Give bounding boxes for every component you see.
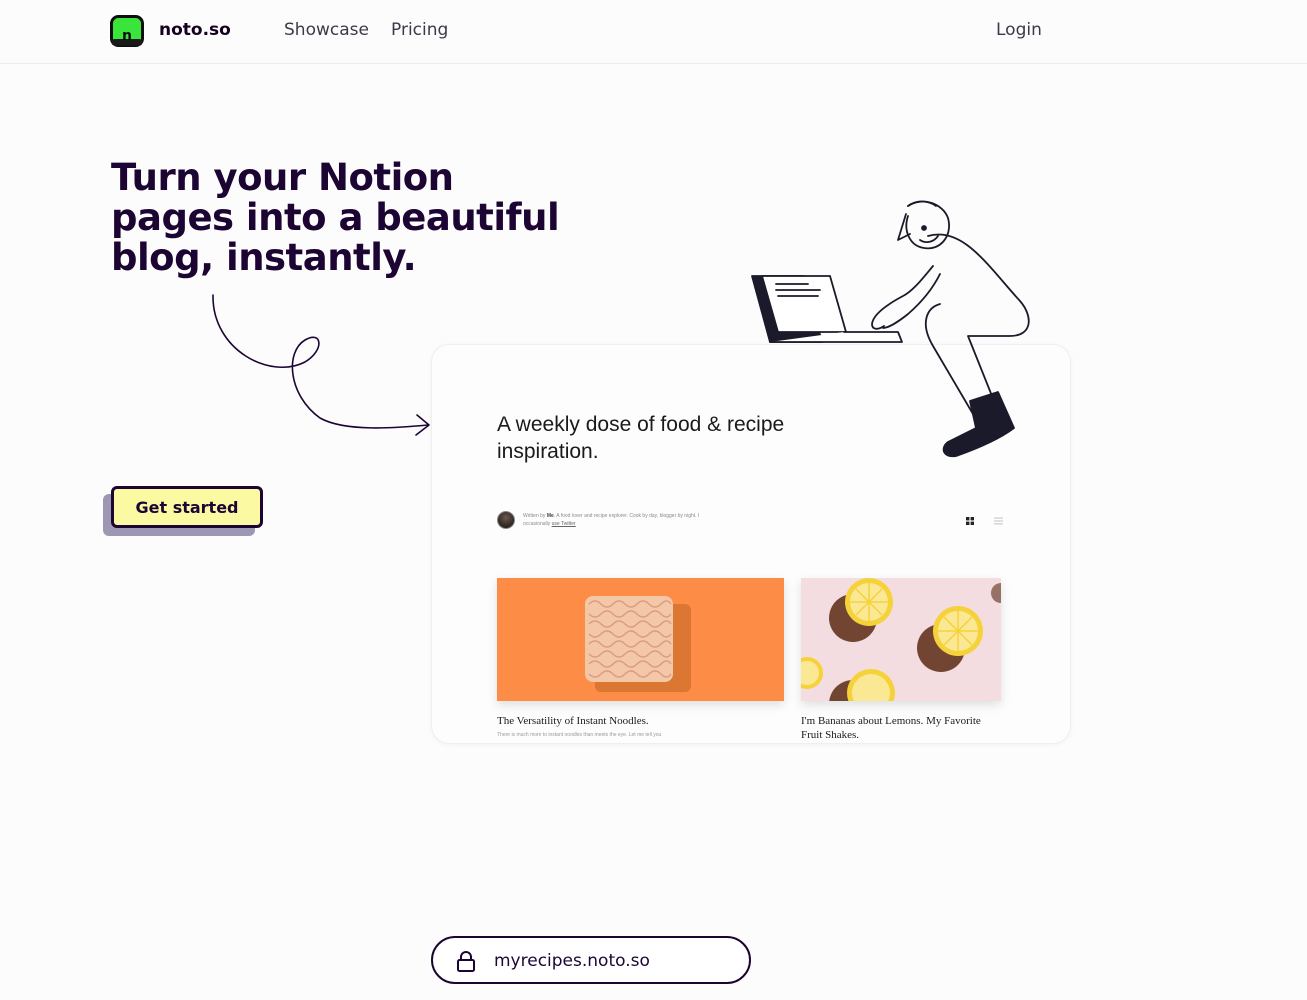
post-card-lemons[interactable]: I'm Bananas about Lemons. My Favorite Fr… [801,578,1001,742]
nav-pricing-link[interactable]: Pricing [391,20,448,40]
login-link[interactable]: Login [996,20,1042,40]
author-bio: Written by Me. A food lover and recipe e… [523,512,708,528]
post-title: I'm Bananas about Lemons. My Favorite Fr… [801,715,981,741]
get-started-button[interactable]: Get started [111,486,263,528]
url-text: myrecipes.noto.so [494,951,650,971]
avatar [497,511,515,529]
person-with-laptop-illustration [751,200,1030,458]
blog-preview-title: A weekly dose of food & recipe inspirati… [497,413,785,463]
author-name: Me [546,513,554,519]
post-excerpt: There is much more to instant noodles th… [497,732,662,738]
top-nav: n noto.so Showcase Pricing Login [0,0,1307,64]
post-card-noodles[interactable]: The Versatility of Instant Noodles. Ther… [497,578,784,739]
twitter-link[interactable]: use Twitter [552,521,576,527]
example-url-bar[interactable]: myrecipes.noto.so [431,936,751,984]
logo-letter: n [122,28,132,44]
grid-view-icon[interactable] [966,517,974,525]
author-prefix: Written by [523,513,546,519]
get-started-cta: Get started [103,486,263,536]
post-title: The Versatility of Instant Noodles. [497,715,649,727]
hero-headline: Turn your Notion pages into a beautiful … [111,156,560,279]
noodles-image [497,578,784,701]
curly-arrow-decoration [212,294,430,436]
noto-logo-icon[interactable]: n [110,15,144,47]
nav-showcase-link[interactable]: Showcase [284,20,369,40]
lock-icon [457,951,475,972]
lemons-image [801,578,1001,701]
list-view-icon[interactable] [994,517,1003,525]
brand-name[interactable]: noto.so [159,20,231,40]
